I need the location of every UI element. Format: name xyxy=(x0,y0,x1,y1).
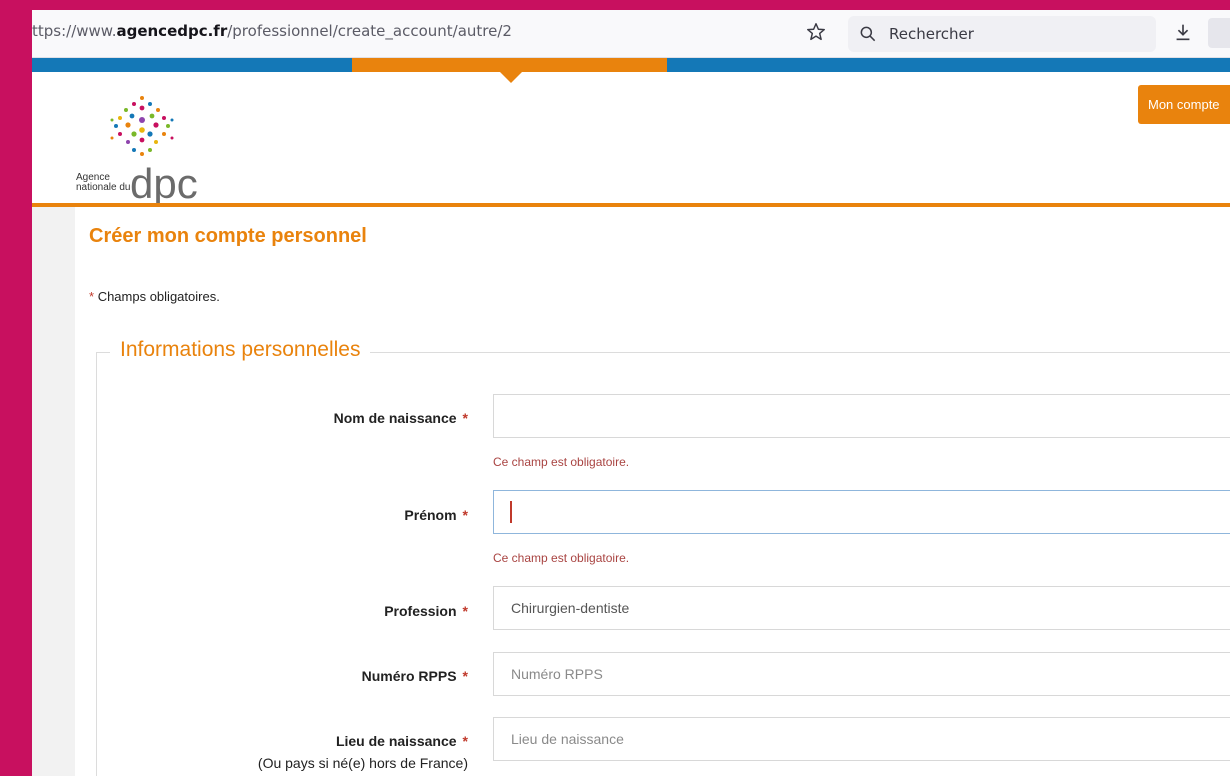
nom-required-star: * xyxy=(462,410,468,426)
rpps-required-star: * xyxy=(462,668,468,684)
search-placeholder: Rechercher xyxy=(889,25,974,43)
profession-select[interactable]: Chirurgien-dentiste xyxy=(493,586,1230,630)
nom-error-message: Ce champ est obligatoire. xyxy=(493,455,630,469)
nom-label-text: Nom de naissance xyxy=(333,410,457,426)
browser-toolbar: ttps://www.agencedpc.fr/professionnel/cr… xyxy=(32,10,1230,58)
required-star: * xyxy=(89,289,95,304)
lieu-placeholder: Lieu de naissance xyxy=(511,731,624,747)
prenom-error-message: Ce champ est obligatoire. xyxy=(493,551,630,565)
nom-de-naissance-input[interactable] xyxy=(493,394,1230,438)
nom-label: Nom de naissance * xyxy=(78,410,468,426)
prenom-input[interactable] xyxy=(493,490,1230,534)
search-icon xyxy=(860,26,876,42)
profession-required-star: * xyxy=(462,603,468,619)
rpps-label: Numéro RPPS * xyxy=(78,668,468,684)
reader-view-icon[interactable] xyxy=(1208,18,1230,48)
profession-selected-value: Chirurgien-dentiste xyxy=(511,600,630,616)
logo-caption-line2: nationale du xyxy=(76,182,131,193)
rpps-label-text: Numéro RPPS xyxy=(361,668,457,684)
rpps-placeholder: Numéro RPPS xyxy=(511,666,603,682)
text-cursor xyxy=(510,501,512,523)
site-top-bar xyxy=(32,58,1230,72)
logo-dots xyxy=(110,96,174,156)
page-title: Créer mon compte personnel xyxy=(89,225,367,247)
prenom-label: Prénom * xyxy=(78,507,468,523)
prenom-required-star: * xyxy=(462,507,468,523)
top-bar-blue-segment xyxy=(32,58,352,72)
numero-rpps-input[interactable]: Numéro RPPS xyxy=(493,652,1230,696)
lieu-label-text: Lieu de naissance xyxy=(335,733,457,749)
active-tab-caret xyxy=(500,72,522,83)
address-bar[interactable]: ttps://www.agencedpc.fr/professionnel/cr… xyxy=(32,22,512,40)
required-note-text: Champs obligatoires. xyxy=(97,289,220,304)
top-bar-blue-segment-right xyxy=(667,58,1230,72)
lieu-label: Lieu de naissance * xyxy=(78,733,468,749)
profession-label: Profession * xyxy=(78,603,468,619)
logo-caption: Agence nationale du xyxy=(76,173,131,193)
top-bar-orange-segment[interactable] xyxy=(352,58,667,72)
url-domain: agencedpc.fr xyxy=(116,22,228,40)
prenom-label-text: Prénom xyxy=(404,507,457,523)
lieu-de-naissance-input[interactable]: Lieu de naissance xyxy=(493,717,1230,761)
browser-screen: ttps://www.agencedpc.fr/professionnel/cr… xyxy=(32,10,1230,776)
download-icon[interactable] xyxy=(1172,21,1194,43)
section-legend: Informations personnelles xyxy=(110,338,371,362)
header-orange-rule xyxy=(32,203,1230,207)
url-prefix: ttps://www. xyxy=(32,22,117,40)
left-gutter xyxy=(32,207,75,776)
url-path: /professionnel/create_account/autre/2 xyxy=(227,22,512,40)
profession-label-text: Profession xyxy=(384,603,457,619)
search-box[interactable]: Rechercher xyxy=(848,16,1156,52)
lieu-sub-label: (Ou pays si né(e) hors de France) xyxy=(257,755,468,771)
lieu-required-star: * xyxy=(462,733,468,749)
logo-mark-text: dpc xyxy=(130,160,198,207)
required-fields-note: * Champs obligatoires. xyxy=(89,289,220,304)
bookmark-star-icon[interactable] xyxy=(805,21,827,43)
mon-compte-button[interactable]: Mon compte xyxy=(1138,85,1230,124)
